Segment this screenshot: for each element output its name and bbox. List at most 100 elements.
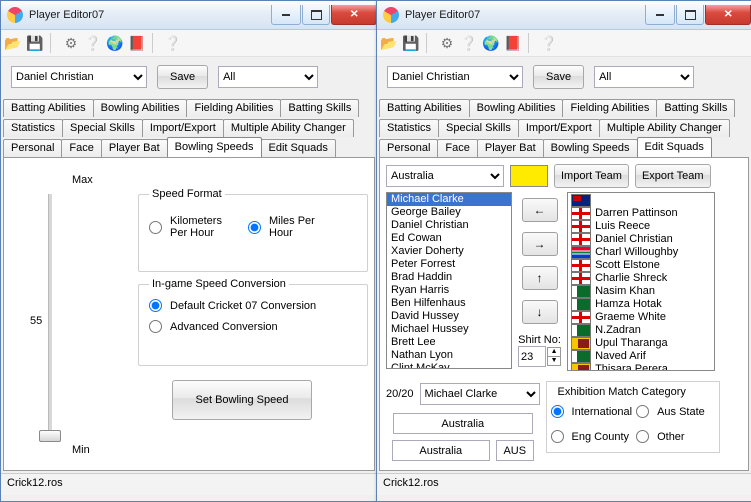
tab-statistics[interactable]: Statistics [3,119,63,137]
list-item[interactable]: Charlie Shreck [569,272,713,285]
titlebar[interactable]: Player Editor07 [377,1,751,30]
list-item[interactable] [569,194,713,207]
close-button[interactable] [331,5,377,25]
titlebar[interactable]: Player Editor07 [1,1,377,30]
filter-select[interactable]: All [218,66,318,88]
tab-fielding-abilities[interactable]: Fielding Abilities [562,99,657,117]
tab-batting-abilities[interactable]: Batting Abilities [3,99,94,117]
tab-statistics[interactable]: Statistics [379,119,439,137]
radio-international[interactable]: International [551,405,633,418]
list-item[interactable]: Daniel Christian [569,233,713,246]
settings-icon[interactable]: ⚙ [439,35,455,51]
export-team-button[interactable]: Export Team [635,164,711,188]
tab-special-skills[interactable]: Special Skills [62,119,143,137]
tab-bowling-speeds[interactable]: Bowling Speeds [543,139,638,157]
tab-personal[interactable]: Personal [379,139,438,157]
list-item[interactable]: Michael Hussey [387,323,511,336]
list-item[interactable]: Nathan Lyon [387,349,511,362]
move-left-button[interactable]: ← [522,198,558,222]
tab-bowling-abilities[interactable]: Bowling Abilities [469,99,564,117]
slider-thumb[interactable] [39,430,61,442]
list-item[interactable]: Upul Tharanga [569,337,713,350]
move-up-button[interactable]: ↑ [522,266,558,290]
radio-mph[interactable]: Miles Per Hour [248,215,317,239]
team-name-input-1[interactable] [393,413,533,434]
tab-batting-abilities[interactable]: Batting Abilities [379,99,470,117]
player-pool-listbox[interactable]: Darren PattinsonLuis ReeceDaniel Christi… [567,192,715,371]
team-abbr-input[interactable] [496,440,534,461]
exit-icon[interactable]: 📕 [505,35,521,51]
list-item[interactable]: Charl Willoughby [569,246,713,259]
list-item[interactable]: N.Zadran [569,324,713,337]
save-button[interactable]: Save [157,65,208,89]
tab-import-export[interactable]: Import/Export [518,119,600,137]
minimize-button[interactable] [271,5,301,25]
squad-listbox[interactable]: Michael ClarkeGeorge BaileyDaniel Christ… [386,192,512,369]
radio-default-conv[interactable]: Default Cricket 07 Conversion [149,299,357,312]
close-button[interactable] [705,5,751,25]
list-item[interactable]: Ryan Harris [387,284,511,297]
list-item[interactable]: Darren Pattinson [569,207,713,220]
settings-icon[interactable]: ⚙ [63,35,79,51]
tab-edit-squads[interactable]: Edit Squads [261,139,336,157]
speed-slider[interactable]: Max 55 Min [32,170,92,460]
tab-personal[interactable]: Personal [3,139,62,157]
shirt-no-input[interactable] [518,346,546,367]
minimize-button[interactable] [645,5,675,25]
list-item[interactable]: Brett Lee [387,336,511,349]
tab-import-export[interactable]: Import/Export [142,119,224,137]
tab-multi-ability[interactable]: Multiple Ability Changer [223,119,354,137]
about-icon[interactable]: ❔ [541,35,557,51]
radio-eng-county[interactable]: Eng County [551,430,633,443]
list-item[interactable]: Ben Hilfenhaus [387,297,511,310]
tab-bowling-abilities[interactable]: Bowling Abilities [93,99,188,117]
player-select[interactable]: Daniel Christian [11,66,147,88]
save-button[interactable]: Save [533,65,584,89]
globe-icon[interactable]: 🌍 [107,35,123,51]
list-item[interactable]: Peter Forrest [387,258,511,271]
t20-player-select[interactable]: Michael Clarke [420,383,540,405]
tab-multi-ability[interactable]: Multiple Ability Changer [599,119,730,137]
save-icon[interactable]: 💾 [27,35,43,51]
radio-adv-conv[interactable]: Advanced Conversion [149,320,357,333]
player-select[interactable]: Daniel Christian [387,66,523,88]
list-item[interactable]: Nasim Khan [569,285,713,298]
save-icon[interactable]: 💾 [403,35,419,51]
import-team-button[interactable]: Import Team [554,164,629,188]
list-item[interactable]: Michael Clarke [387,193,511,206]
list-item[interactable]: David Hussey [387,310,511,323]
radio-aus-state[interactable]: Aus State [636,405,714,418]
list-item[interactable]: Hamza Hotak [569,298,713,311]
tab-batting-skills[interactable]: Batting Skills [656,99,735,117]
list-item[interactable]: Daniel Christian [387,219,511,232]
tab-bowling-speeds[interactable]: Bowling Speeds [167,137,262,157]
team-name-input-2[interactable] [392,440,490,461]
open-icon[interactable]: 📂 [5,35,21,51]
exit-icon[interactable]: 📕 [129,35,145,51]
tab-player-bat[interactable]: Player Bat [101,139,168,157]
list-item[interactable]: George Bailey [387,206,511,219]
team-select[interactable]: Australia [386,165,504,187]
list-item[interactable]: Thisara Perera [569,363,713,371]
shirt-down[interactable]: ▼ [547,357,561,366]
list-item[interactable]: Brad Haddin [387,271,511,284]
list-item[interactable]: Naved Arif [569,350,713,363]
tab-face[interactable]: Face [437,139,477,157]
globe-icon[interactable]: 🌍 [483,35,499,51]
tab-face[interactable]: Face [61,139,101,157]
tab-special-skills[interactable]: Special Skills [438,119,519,137]
shirt-up[interactable]: ▲ [547,347,561,357]
list-item[interactable]: Clint McKay [387,362,511,369]
tab-player-bat[interactable]: Player Bat [477,139,544,157]
filter-select[interactable]: All [594,66,694,88]
about-icon[interactable]: ❔ [165,35,181,51]
list-item[interactable]: Xavier Doherty [387,245,511,258]
help-icon[interactable]: ❔ [461,35,477,51]
list-item[interactable]: Ed Cowan [387,232,511,245]
team-color-swatch[interactable] [510,165,548,187]
radio-kph[interactable]: Kilometers Per Hour [149,215,228,239]
move-down-button[interactable]: ↓ [522,300,558,324]
list-item[interactable]: Graeme White [569,311,713,324]
list-item[interactable]: Luis Reece [569,220,713,233]
move-right-button[interactable]: → [522,232,558,256]
